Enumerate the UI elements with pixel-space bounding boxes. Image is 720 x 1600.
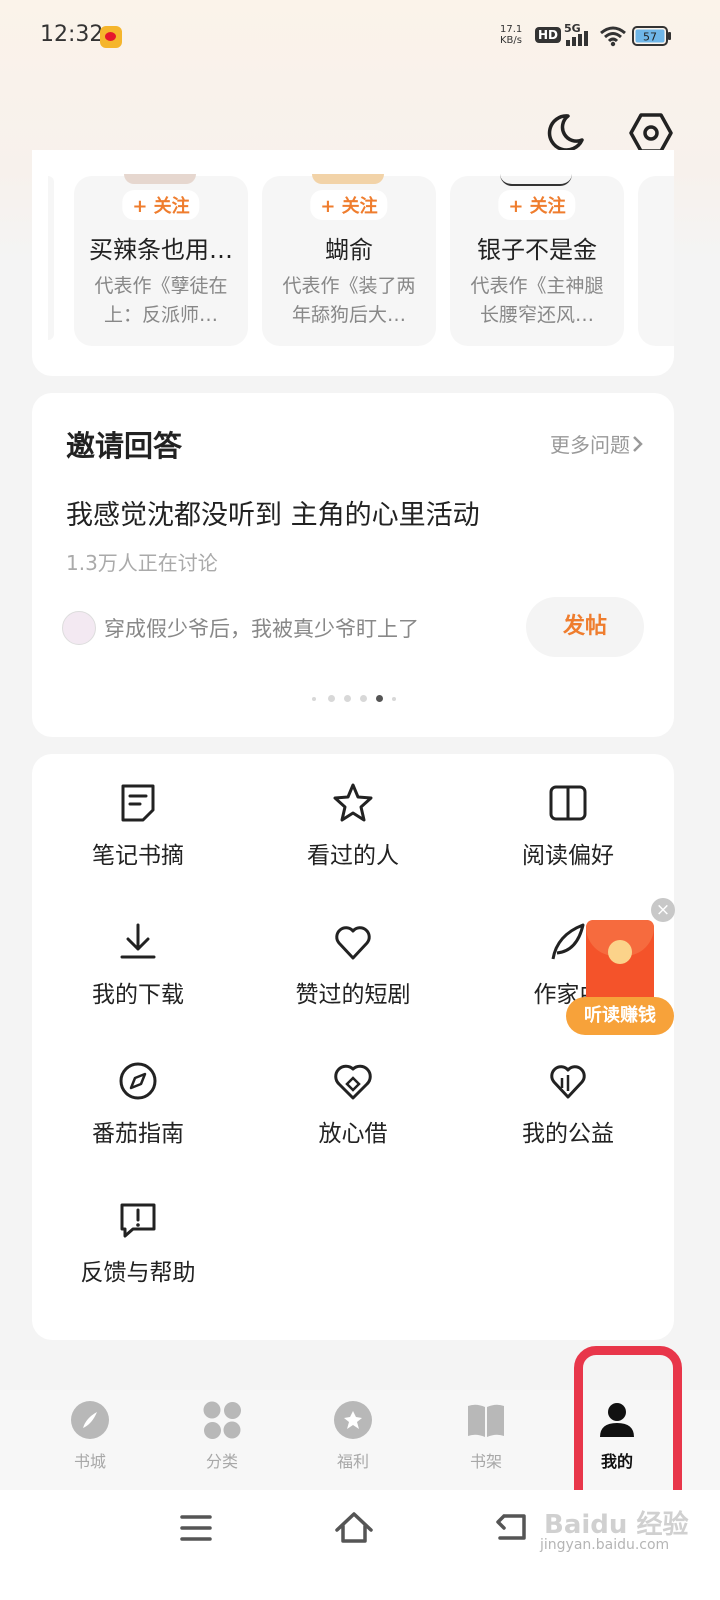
author-card[interactable]: + 关注 蝴俞 代表作《装了两年舔狗后大… [262, 174, 436, 346]
grid-label: 看过的人 [307, 843, 399, 869]
follow-button[interactable]: + 关注 [310, 190, 388, 220]
tab-bookstore[interactable]: 书城 [40, 1400, 140, 1472]
tab-label: 分类 [205, 1452, 238, 1471]
red-packet-promo[interactable] [586, 920, 654, 1008]
grid-label: 反馈与帮助 [80, 1260, 196, 1286]
grid-label: 阅读偏好 [522, 843, 614, 869]
author-name: 蝴俞 [325, 236, 373, 264]
menu-icon[interactable] [180, 1514, 212, 1542]
pager-dot [360, 695, 367, 702]
section-title: 邀请回答 [66, 429, 183, 463]
pager-dot [392, 697, 396, 701]
grid-item-notes[interactable]: 笔记书摘 [38, 782, 238, 892]
signal-icon: 5G [564, 22, 588, 46]
pager-dot [312, 697, 316, 701]
pager-dot-active [376, 695, 383, 702]
battery-icon: 57 [632, 26, 671, 46]
tab-bookshelf[interactable]: 书架 [436, 1400, 536, 1472]
watermark-url: jingyan.baidu.com [540, 1537, 670, 1553]
gift-icon [334, 1401, 372, 1439]
shield-heart-icon [334, 1064, 372, 1100]
grid-item-feedback[interactable]: 反馈与帮助 [38, 1199, 238, 1309]
grid-label: 赞过的短剧 [295, 982, 411, 1008]
grid-item-liked-shorts[interactable]: 赞过的短剧 [253, 921, 453, 1031]
home-icon[interactable] [334, 1510, 374, 1544]
author-avatar [312, 174, 384, 184]
hd-badge: HD [535, 27, 562, 43]
book-open-icon [549, 785, 587, 821]
related-book-title[interactable]: 穿成假少爷后，我被真少爷盯上了 [104, 613, 419, 643]
bookshelf-icon [468, 1404, 504, 1437]
pager-dot [344, 695, 351, 702]
post-button[interactable]: 发帖 [526, 597, 644, 657]
grid-label: 我的下载 [92, 982, 184, 1008]
grid-item-downloads[interactable]: 我的下载 [38, 921, 238, 1031]
author-avatar [500, 174, 572, 186]
heart-icon [335, 926, 371, 960]
watermark-logo: Baidu 经验 [544, 1510, 689, 1540]
author-name: 银子不是金 [477, 236, 597, 264]
more-questions-label: 更多问题 [550, 433, 630, 457]
compass-filled-icon [71, 1401, 109, 1439]
book-cover-thumb [62, 611, 96, 645]
grid-label: 我的公益 [522, 1121, 614, 1147]
recommended-authors-card: + 关注 买辣条也用… 代表作《孽徒在上：反派师… + 关注 蝴俞 代表作《装了… [32, 150, 674, 376]
discussion-count: 1.3万人正在讨论 [66, 551, 218, 575]
grid-item-guide[interactable]: 番茄指南 [38, 1060, 238, 1170]
more-questions-link[interactable]: 更多问题 [550, 429, 644, 458]
compass-icon [119, 1062, 157, 1100]
download-icon [120, 923, 156, 959]
tab-label: 书架 [469, 1452, 502, 1471]
grid-item-viewers[interactable]: 看过的人 [253, 782, 453, 892]
quill-icon [551, 923, 585, 960]
grid-item-reading-preferences[interactable]: 阅读偏好 [468, 782, 668, 892]
carousel-pager [312, 695, 402, 703]
grid-label: 笔记书摘 [92, 843, 184, 869]
author-card[interactable]: + 关注 银子不是金 代表作《主神腿长腰窄还风… [450, 176, 624, 346]
status-time: 12:32 [40, 22, 104, 47]
author-works: 代表作《装了两年舔狗后大… [282, 275, 416, 326]
chevron-right-icon [633, 435, 643, 452]
grid-label: 番茄指南 [92, 1121, 184, 1147]
invite-answer-card: 邀请回答 更多问题 我感觉沈都没听到 主角的心里活动 1.3万人正在讨论 穿成假… [32, 393, 674, 737]
question-text[interactable]: 我感觉沈都没听到 主角的心里活动 [66, 493, 480, 532]
follow-button[interactable]: + 关注 [122, 190, 200, 220]
svg-text:57: 57 [643, 31, 657, 44]
tab-label: 福利 [336, 1452, 369, 1471]
back-icon[interactable] [494, 1512, 528, 1542]
author-works: 代表作《主神腿长腰窄还风… [470, 275, 604, 326]
svg-text:5G: 5G [564, 22, 581, 35]
weibo-notification-icon [100, 26, 122, 48]
coin-icon [608, 940, 632, 964]
network-speed: 17.1 KB/s [500, 24, 523, 46]
tab-label: 书城 [73, 1452, 106, 1471]
grid-item-charity[interactable]: 我的公益 [468, 1060, 668, 1170]
star-icon [333, 783, 373, 822]
author-name: 买辣条也用… [89, 236, 233, 264]
highlight-box [574, 1346, 682, 1514]
grid-icon [203, 1401, 241, 1439]
author-works: 代表作《孽徒在上：反派师… [94, 275, 228, 326]
close-icon[interactable]: × [651, 898, 675, 922]
follow-button[interactable]: + 关注 [498, 190, 576, 220]
tools-grid-card: 笔记书摘 看过的人 阅读偏好 我的下载 赞过的短剧 作家中 番茄指南 放心借 我… [32, 754, 674, 1340]
grid-label: 放心借 [318, 1121, 388, 1147]
note-icon [121, 784, 155, 822]
charity-heart-icon [550, 1065, 586, 1099]
pager-dot [328, 695, 335, 702]
author-avatar [124, 174, 196, 184]
promo-label[interactable]: 听读赚钱 [566, 997, 674, 1035]
tab-categories[interactable]: 分类 [172, 1400, 272, 1472]
author-card[interactable]: + 关注 买辣条也用… 代表作《孽徒在上：反派师… [74, 174, 248, 346]
tab-rewards[interactable]: 福利 [303, 1400, 403, 1472]
feedback-icon [120, 1203, 156, 1238]
grid-item-loan[interactable]: 放心借 [253, 1060, 453, 1170]
wifi-icon [600, 26, 626, 47]
author-card-partial[interactable] [638, 176, 674, 346]
